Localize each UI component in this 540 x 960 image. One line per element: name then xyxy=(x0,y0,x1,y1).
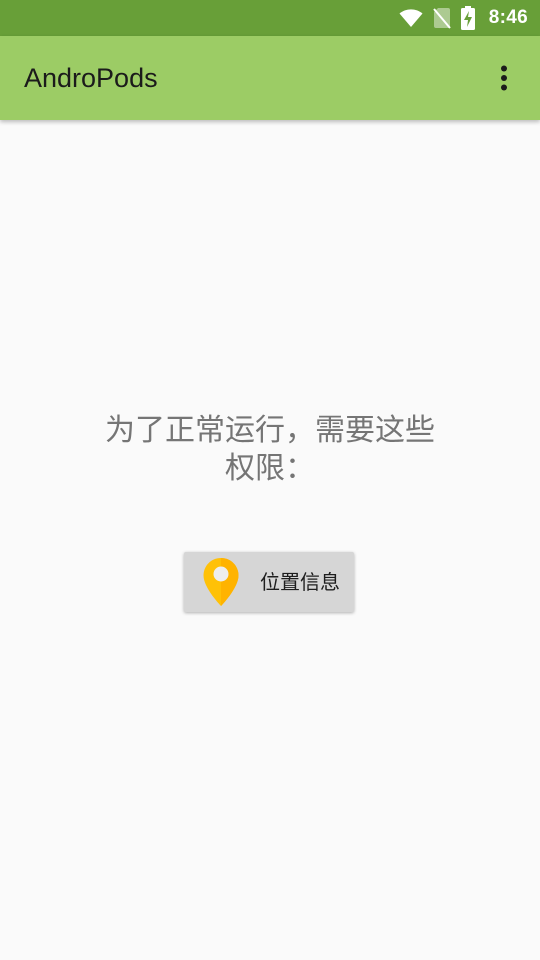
status-time: 8:46 xyxy=(488,7,528,28)
more-vert-icon xyxy=(501,65,507,91)
status-bar: 8:46 xyxy=(0,0,540,36)
location-pin-icon xyxy=(203,558,239,606)
permission-message: 为了正常运行，需要这些 权限： xyxy=(70,412,470,488)
no-sim-icon xyxy=(433,7,451,29)
wifi-icon xyxy=(399,8,423,28)
app-bar: AndroPods xyxy=(0,36,540,120)
overflow-menu-button[interactable] xyxy=(480,54,528,102)
permission-message-line2: 权限： xyxy=(225,451,315,486)
permission-message-line1: 为了正常运行，需要这些 xyxy=(105,413,435,448)
location-button-label: 位置信息 xyxy=(260,570,340,594)
location-permission-button[interactable]: 位置信息 xyxy=(184,552,354,612)
status-icons: 8:46 xyxy=(399,0,528,36)
app-title: AndroPods xyxy=(24,63,158,93)
screen: 8:46 AndroPods 为了正常运行，需要这些 权限： 位置信息 xyxy=(0,0,540,960)
battery-charging-icon xyxy=(460,6,475,30)
